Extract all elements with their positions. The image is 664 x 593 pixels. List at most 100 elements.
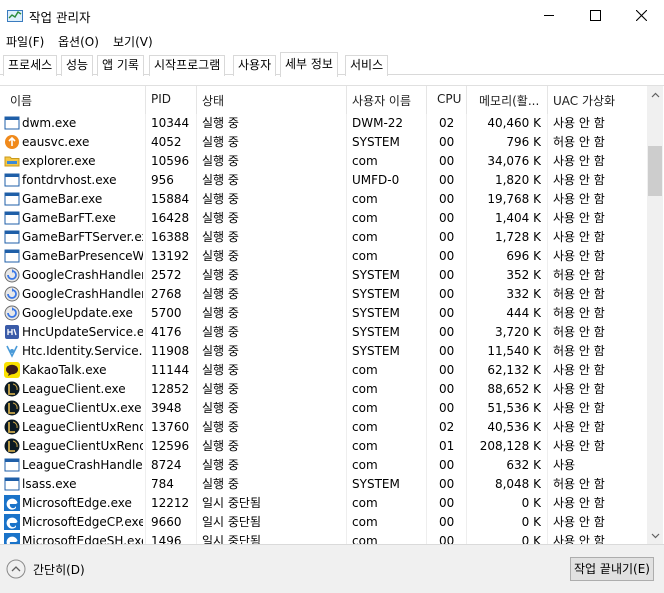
column-divider	[196, 114, 197, 544]
cell-username: SYSTEM	[352, 287, 400, 301]
column-header-cpu[interactable]: CPU	[437, 92, 461, 106]
cell-memory: 796 K	[506, 135, 541, 149]
table-row[interactable]: HncUpdateService.exe 4176 실행 중 SYSTEM 00 3,72…	[1, 323, 647, 342]
cell-pid: 2572	[151, 268, 182, 282]
cell-memory: 332 K	[506, 287, 541, 301]
cell-uac: 사용 안 함	[553, 439, 605, 453]
google-update-icon	[4, 267, 20, 283]
cell-username: com	[352, 382, 378, 396]
cell-uac: 사용 안 함	[553, 401, 605, 415]
window-icon	[4, 229, 20, 245]
cell-username: com	[352, 496, 378, 510]
column-header-pid[interactable]: PID	[151, 92, 171, 106]
cell-username: SYSTEM	[352, 135, 400, 149]
table-row[interactable]: explorer.exe 10596 실행 중 com 00 34,076 K 사용 안 함	[1, 152, 647, 171]
cell-cpu: 02	[439, 420, 455, 434]
cell-cpu: 00	[439, 458, 455, 472]
table-row[interactable]: eausvc.exe 4052 실행 중 SYSTEM 00 796 K 허용 안 함	[1, 133, 647, 152]
league-icon	[4, 381, 20, 397]
cell-status: 실행 중	[202, 135, 239, 149]
scroll-down-button[interactable]	[647, 527, 663, 544]
menu-view[interactable]: 보기(V)	[113, 33, 153, 50]
scroll-thumb[interactable]	[648, 146, 662, 196]
table-row[interactable]: GameBarPresenceWr... 13192 실행 중 com 00 696 K 사…	[1, 247, 647, 266]
end-task-button[interactable]: 작업 끝내기(E)	[570, 557, 654, 581]
table-row[interactable]: LeagueCrashHandler... 8724 실행 중 com 00 632 K 사…	[1, 456, 647, 475]
cell-uac: 사용 안 함	[553, 230, 605, 244]
cell-memory: 19,768 K	[487, 192, 541, 206]
cell-username: DWM-22	[352, 116, 404, 130]
table-row[interactable]: LeagueClientUxRend... 12596 실행 중 com 01 208,1…	[1, 437, 647, 456]
chevron-up-circle-icon[interactable]	[6, 559, 26, 579]
column-separator[interactable]	[547, 86, 548, 114]
scroll-up-button[interactable]	[647, 86, 663, 103]
column-header-memory[interactable]: 메모리(활...	[479, 92, 547, 109]
column-header-status[interactable]: 상태	[202, 92, 224, 109]
cell-pid: 2768	[151, 287, 182, 301]
cell-uac: 사용 안 함	[553, 173, 605, 187]
table-row[interactable]: KakaoTalk.exe 11144 실행 중 com 00 62,132 K 사용 안 …	[1, 361, 647, 380]
table-row[interactable]: fontdrvhost.exe 956 실행 중 UMFD-0 00 1,820 K 사용 …	[1, 171, 647, 190]
column-header-name[interactable]: 이름	[10, 92, 32, 109]
tab-users[interactable]: 사용자	[233, 55, 277, 76]
table-row[interactable]: MicrosoftEdgeCP.exe 9660 일시 중단됨 com 00 0 K 사용 …	[1, 513, 647, 532]
folder-icon	[4, 153, 20, 169]
cell-cpu: 00	[439, 230, 455, 244]
cell-status: 실행 중	[202, 382, 239, 396]
tab-details[interactable]: 세부 정보	[280, 52, 338, 77]
table-row[interactable]: MicrosoftEdgeSH.exe 1496 일시 중단됨 com 00 0 K 사용 …	[1, 532, 647, 544]
cell-uac: 허용 안 함	[553, 306, 605, 320]
maximize-button[interactable]	[572, 0, 618, 31]
column-divider	[466, 114, 467, 544]
table-row[interactable]: GameBarFT.exe 16428 실행 중 com 00 1,404 K 사용 안 함	[1, 209, 647, 228]
cell-status: 일시 중단됨	[202, 496, 262, 510]
tab-processes[interactable]: 프로세스	[3, 55, 58, 76]
cell-username: UMFD-0	[352, 173, 400, 187]
cell-username: SYSTEM	[352, 344, 400, 358]
close-button[interactable]	[618, 0, 664, 31]
minimize-icon	[543, 15, 554, 16]
table-row[interactable]: GameBarFTServer.exe 16388 실행 중 com 00 1,728 K…	[1, 228, 647, 247]
column-divider	[547, 114, 548, 544]
hnc-update-icon	[4, 324, 20, 340]
cell-username: com	[352, 230, 378, 244]
vertical-scrollbar[interactable]	[647, 86, 663, 544]
column-separator[interactable]	[346, 86, 347, 114]
table-row[interactable]: GoogleCrashHandler... 2768 실행 중 SYSTEM 00 332…	[1, 285, 647, 304]
tab-services[interactable]: 서비스	[345, 55, 389, 76]
cell-cpu: 01	[439, 439, 455, 453]
cell-name: GameBar.exe	[22, 192, 103, 206]
window-icon	[4, 191, 20, 207]
column-separator[interactable]	[145, 86, 146, 114]
cell-uac: 사용 안 함	[553, 496, 605, 510]
minimize-button[interactable]	[526, 0, 572, 31]
table-row[interactable]: LeagueClientUxRend... 13760 실행 중 com 02 40,53…	[1, 418, 647, 437]
column-separator[interactable]	[426, 86, 427, 114]
column-header-uac[interactable]: UAC 가상화	[553, 92, 615, 109]
cell-uac: 허용 안 함	[553, 135, 605, 149]
orange-circle-icon	[4, 134, 20, 150]
tab-startup[interactable]: 시작프로그램	[149, 55, 226, 76]
cell-memory: 40,536 K	[487, 420, 541, 434]
title-bar: 작업 관리자	[0, 0, 664, 31]
column-separator[interactable]	[196, 86, 197, 114]
cell-memory: 0 K	[521, 496, 541, 510]
fewer-details-link[interactable]: 간단히(D)	[33, 561, 85, 578]
table-row[interactable]: dwm.exe 10344 실행 중 DWM-22 02 40,460 K 사용 안 함	[1, 114, 647, 133]
table-row[interactable]: GoogleUpdate.exe 5700 실행 중 SYSTEM 00 444 K 허용 …	[1, 304, 647, 323]
column-header-username[interactable]: 사용자 이름	[352, 92, 411, 109]
tab-performance[interactable]: 성능	[61, 55, 94, 76]
table-row[interactable]: GameBar.exe 15884 실행 중 com 00 19,768 K 사용 안 함	[1, 190, 647, 209]
table-row[interactable]: LeagueClient.exe 12852 실행 중 com 00 88,652 K 사용…	[1, 380, 647, 399]
cell-cpu: 00	[439, 363, 455, 377]
table-row[interactable]: Htc.Identity.Service.... 11908 실행 중 SYSTEM 0…	[1, 342, 647, 361]
table-row[interactable]: LeagueClientUx.exe 3948 실행 중 com 00 51,536 K 사…	[1, 399, 647, 418]
menu-options[interactable]: 옵션(O)	[58, 33, 99, 50]
table-row[interactable]: MicrosoftEdge.exe 12212 일시 중단됨 com 00 0 K 사용 안…	[1, 494, 647, 513]
tab-app-history[interactable]: 앱 기록	[97, 55, 144, 76]
cell-memory: 51,536 K	[487, 401, 541, 415]
column-separator[interactable]	[466, 86, 467, 114]
table-row[interactable]: GoogleCrashHandler... 2572 실행 중 SYSTEM 00 352…	[1, 266, 647, 285]
menu-file[interactable]: 파일(F)	[6, 33, 44, 50]
table-row[interactable]: lsass.exe 784 실행 중 SYSTEM 00 8,048 K 허용 안 함	[1, 475, 647, 494]
